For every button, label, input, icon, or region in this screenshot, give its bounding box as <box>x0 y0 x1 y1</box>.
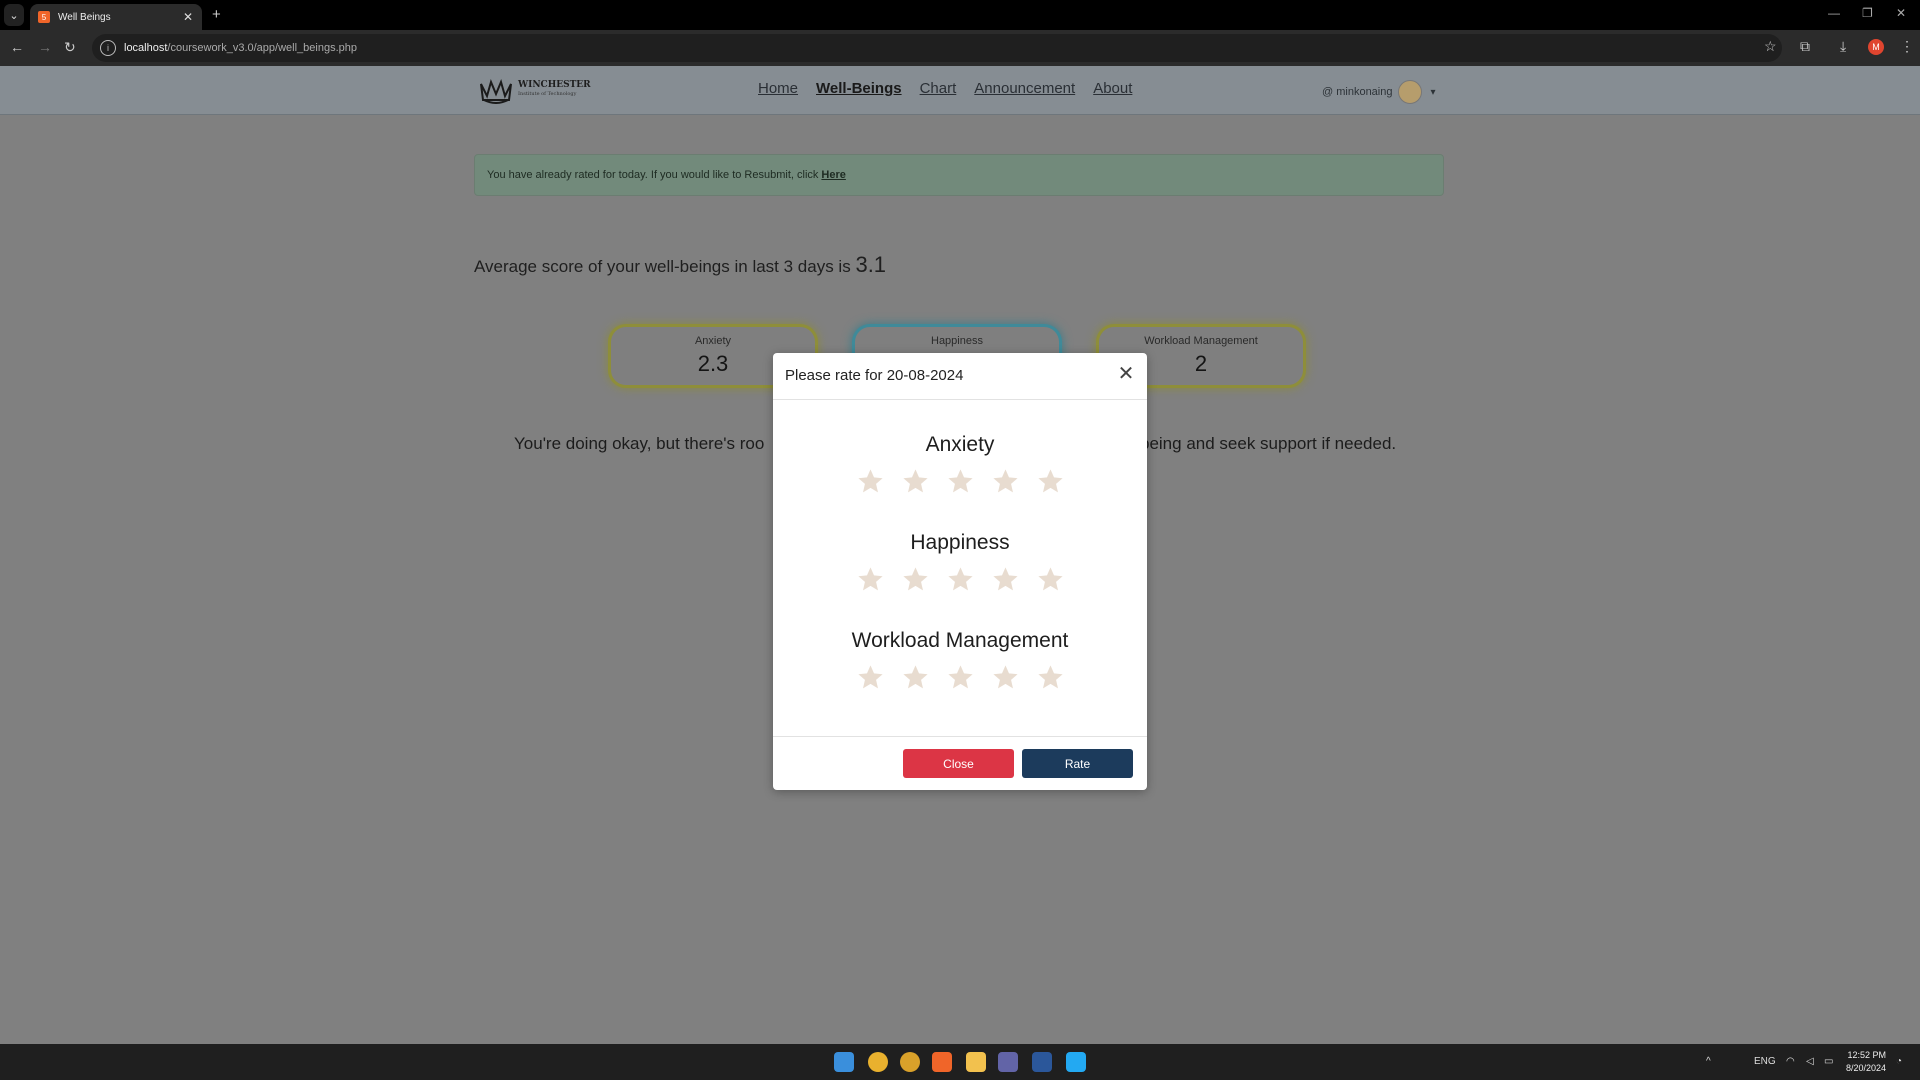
site-info-icon[interactable]: i <box>100 40 116 56</box>
modal-title: Please rate for 20-08-2024 <box>785 367 964 384</box>
feedback-message-right: being and seek support if needed. <box>1140 434 1397 453</box>
star-icon[interactable] <box>901 663 930 692</box>
reload-icon[interactable]: ↻ <box>64 39 76 56</box>
star-icon[interactable] <box>856 565 885 594</box>
favicon-icon: 5 <box>38 11 50 23</box>
system-clock[interactable]: 12:52 PM 8/20/2024 <box>1846 1049 1886 1075</box>
feedback-message-left: You're doing okay, but there's roo <box>514 434 765 453</box>
teams-icon[interactable] <box>998 1052 1018 1072</box>
rating-group-happiness: Happiness <box>773 531 1147 594</box>
rating-title: Happiness <box>910 531 1010 554</box>
tab-close-icon[interactable]: ✕ <box>180 10 196 24</box>
tray-chevron-icon[interactable]: ^ <box>1706 1056 1711 1067</box>
user-avatar <box>1398 80 1423 104</box>
star-icon[interactable] <box>901 565 930 594</box>
star-icon[interactable] <box>1036 467 1065 496</box>
chrome-profile-icon[interactable] <box>900 1052 920 1072</box>
star-icon[interactable] <box>1036 565 1065 594</box>
nav-home[interactable]: Home <box>758 80 798 97</box>
word-icon[interactable] <box>1032 1052 1052 1072</box>
modal-footer: Close Rate <box>773 736 1147 791</box>
tab-search-button[interactable]: ⌄ <box>4 4 24 26</box>
new-tab-icon[interactable]: + <box>212 6 221 23</box>
logo-name: WINCHESTER <box>518 80 591 90</box>
crown-logo-icon <box>480 78 512 104</box>
rating-group-workload: Workload Management <box>773 629 1147 692</box>
extensions-icon[interactable]: ⧉ <box>1800 38 1810 55</box>
star-icon[interactable] <box>856 663 885 692</box>
star-rating <box>773 663 1147 692</box>
nav-announcement[interactable]: Announcement <box>974 80 1075 97</box>
window-close-icon[interactable]: ✕ <box>1896 6 1906 20</box>
rate-button[interactable]: Rate <box>1022 749 1133 778</box>
browser-menu-icon[interactable]: ⋮ <box>1900 38 1914 55</box>
url-field[interactable]: i localhost/coursework_v3.0/app/well_bei… <box>92 34 1782 62</box>
star-icon[interactable] <box>946 565 975 594</box>
nav-chart[interactable]: Chart <box>920 80 957 97</box>
close-button[interactable]: Close <box>903 749 1014 778</box>
forward-icon[interactable]: → <box>38 39 52 55</box>
alert-text: You have already rated for today. If you… <box>487 169 819 181</box>
os-taskbar: ^ ENG ◠ ◁ ▭ 12:52 PM 8/20/2024 ◔ <box>0 1044 1920 1080</box>
clock-date: 8/20/2024 <box>1846 1063 1887 1073</box>
windows-start-icon[interactable] <box>834 1052 854 1072</box>
card-label: Workload Management <box>1144 335 1258 347</box>
wifi-icon[interactable]: ◠ <box>1786 1056 1795 1067</box>
star-icon[interactable] <box>901 467 930 496</box>
average-text: Average score of your well-beings in las… <box>474 257 851 276</box>
rating-group-anxiety: Anxiety <box>773 433 1147 496</box>
bookmark-star-icon[interactable]: ☆ <box>1764 38 1777 55</box>
url-path: /coursework_v3.0/app/well_beings.php <box>167 42 357 54</box>
star-icon[interactable] <box>946 663 975 692</box>
restore-icon[interactable]: ❐ <box>1862 6 1873 20</box>
chrome-icon[interactable] <box>868 1052 888 1072</box>
notification-icon[interactable]: ◔ <box>1896 1056 1902 1067</box>
already-rated-alert: You have already rated for today. If you… <box>474 154 1444 196</box>
chevron-down-icon: ▾ <box>1430 86 1436 98</box>
minimize-icon[interactable]: — <box>1828 6 1840 20</box>
language-indicator[interactable]: ENG <box>1754 1056 1776 1067</box>
browser-tab-bar: ⌄ 5 Well Beings ✕ + — ❐ ✕ <box>0 0 1920 30</box>
star-icon[interactable] <box>991 565 1020 594</box>
nav-about[interactable]: About <box>1093 80 1132 97</box>
clock-time: 12:52 PM <box>1847 1050 1887 1060</box>
xampp-icon[interactable] <box>932 1052 952 1072</box>
battery-icon[interactable]: ▭ <box>1824 1056 1833 1067</box>
rating-modal: Please rate for 20-08-2024 ✕ Anxiety Hap… <box>773 353 1147 790</box>
resubmit-link[interactable]: Here <box>821 169 845 181</box>
modal-close-icon[interactable]: ✕ <box>1115 363 1137 385</box>
average-summary: Average score of your well-beings in las… <box>474 252 886 278</box>
logo-subtitle: Institute of Technology <box>518 91 577 97</box>
star-icon[interactable] <box>946 467 975 496</box>
site-logo[interactable]: WINCHESTER Institute of Technology <box>478 76 591 104</box>
nav-well-beings[interactable]: Well-Beings <box>816 80 902 97</box>
download-icon[interactable]: ⤓ <box>1840 38 1846 55</box>
rating-title: Workload Management <box>851 629 1069 652</box>
vscode-icon[interactable] <box>1066 1052 1086 1072</box>
user-menu[interactable]: @ minkonaing ▾ <box>1322 80 1436 104</box>
star-rating <box>773 467 1147 496</box>
address-bar-row: ← → ↻ i localhost/coursework_v3.0/app/we… <box>0 30 1920 66</box>
card-label: Anxiety <box>694 335 732 347</box>
average-score: 3.1 <box>855 252 887 277</box>
star-icon[interactable] <box>856 467 885 496</box>
star-icon[interactable] <box>991 467 1020 496</box>
volume-icon[interactable]: ◁ <box>1806 1056 1814 1067</box>
url-host: localhost <box>124 42 168 54</box>
back-icon[interactable]: ← <box>10 39 24 55</box>
modal-header: Please rate for 20-08-2024 ✕ <box>773 353 1147 400</box>
star-icon[interactable] <box>1036 663 1065 692</box>
star-rating <box>773 565 1147 594</box>
rating-title: Anxiety <box>925 433 995 456</box>
star-icon[interactable] <box>991 663 1020 692</box>
profile-avatar[interactable]: M <box>1868 39 1884 55</box>
main-menu: Home Well-Beings Chart Announcement Abou… <box>758 80 1132 97</box>
tab-title: Well Beings <box>58 11 111 23</box>
site-navbar: WINCHESTER Institute of Technology Home … <box>0 66 1920 115</box>
username: @ minkonaing <box>1322 86 1393 98</box>
card-label: Happiness <box>931 335 983 347</box>
browser-tab[interactable]: 5 Well Beings ✕ <box>30 4 202 30</box>
file-explorer-icon[interactable] <box>966 1052 986 1072</box>
